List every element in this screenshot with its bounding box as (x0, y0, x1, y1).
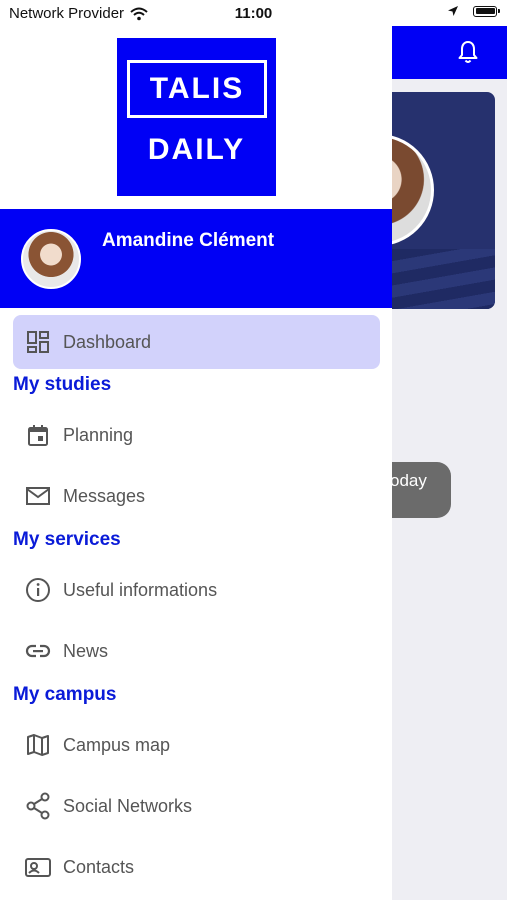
card-background-texture (392, 249, 495, 309)
menu-label-social-networks: Social Networks (63, 795, 193, 816)
talis-daily-logo: TALIS DAILY (117, 38, 276, 196)
menu-item-useful-informations[interactable]: Useful informations (13, 563, 380, 617)
app-header (392, 26, 507, 79)
menu-label-planning: Planning (63, 424, 134, 445)
menu-label-campus-map: Campus map (63, 734, 171, 755)
drawer-logo-area: TALIS DAILY (0, 26, 392, 209)
menu-item-contacts[interactable]: Contacts (13, 840, 380, 894)
bell-icon[interactable] (457, 40, 479, 64)
user-name: Amandine Clément (102, 230, 275, 251)
share-icon (13, 792, 63, 820)
drawer-menu: Dashboard My studies Planning Messages M… (0, 308, 392, 894)
avatar (21, 229, 81, 289)
status-right (447, 5, 500, 17)
carrier-label: Network Provider (9, 5, 125, 22)
section-my-campus: My campus (13, 684, 117, 705)
mail-icon (13, 485, 63, 507)
logo-line1: TALIS (127, 60, 267, 118)
link-icon (13, 643, 63, 659)
calendar-icon (13, 423, 63, 447)
navigation-drawer: TALIS DAILY Amandine Clément Dashboard M… (0, 26, 392, 900)
menu-label-contacts: Contacts (63, 856, 135, 877)
user-header[interactable]: Amandine Clément (0, 209, 392, 308)
status-left: Network Provider (9, 5, 148, 22)
menu-label-news: News (63, 640, 109, 661)
menu-item-news[interactable]: News (13, 624, 380, 678)
menu-item-social-networks[interactable]: Social Networks (13, 779, 380, 833)
section-my-studies: My studies (13, 374, 112, 395)
menu-label-messages: Messages (63, 485, 146, 506)
info-icon (13, 577, 63, 603)
profile-card[interactable] (392, 92, 495, 309)
status-bar: Network Provider 11:00 (0, 0, 507, 26)
menu-item-messages[interactable]: Messages (13, 469, 380, 523)
location-arrow-icon (448, 6, 458, 16)
card-photo (392, 134, 434, 246)
battery-icon (473, 5, 500, 17)
logo-line2: DAILY (147, 133, 246, 166)
dashboard-icon (13, 330, 63, 354)
contact-card-icon (13, 856, 63, 878)
section-my-services: My services (13, 529, 121, 550)
menu-label-dashboard: Dashboard (63, 331, 152, 352)
today-label: oday (390, 471, 427, 490)
menu-item-planning[interactable]: Planning (13, 408, 380, 462)
menu-item-dashboard[interactable]: Dashboard (13, 315, 380, 369)
wifi-icon (130, 7, 148, 20)
menu-label-useful-informations: Useful informations (63, 579, 218, 600)
today-button[interactable]: oday (390, 462, 451, 518)
map-icon (13, 733, 63, 757)
menu-item-campus-map[interactable]: Campus map (13, 718, 380, 772)
